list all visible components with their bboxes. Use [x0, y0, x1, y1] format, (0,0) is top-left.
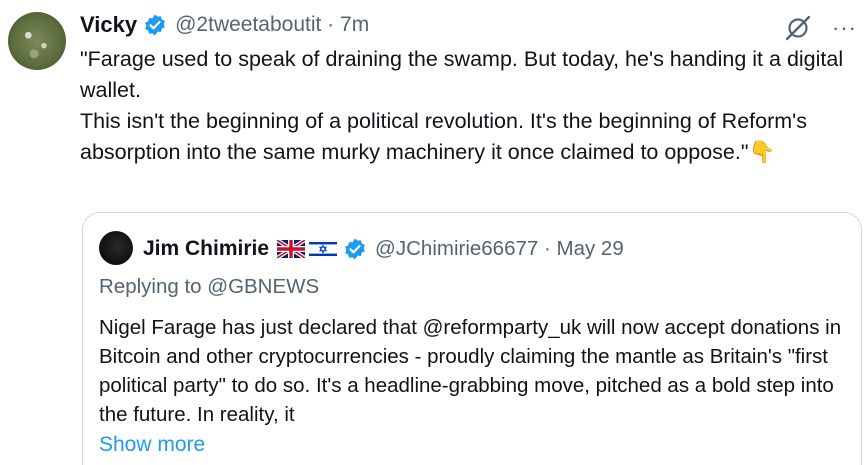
replying-to-label[interactable]: Replying to @GBNEWS: [99, 275, 319, 299]
verified-badge-icon: [145, 14, 165, 36]
tweet-paragraph-1: "Farage used to speak of draining the sw…: [80, 47, 844, 102]
quoted-tweet-card[interactable]: Jim Chimirie @JChimirie66677 · May 29 Re…: [82, 212, 862, 465]
quoted-author-name[interactable]: Jim Chimirie: [143, 237, 269, 261]
quoted-tweet-header: Jim Chimirie @JChimirie66677 · May 29: [143, 233, 624, 265]
uk-flag-icon: [277, 240, 306, 258]
quoted-author-avatar[interactable]: [99, 231, 133, 265]
more-options-icon[interactable]: ···: [832, 17, 857, 39]
tweet-paragraph-2: This isn't the beginning of a political …: [80, 106, 850, 168]
author-avatar[interactable]: [8, 12, 66, 70]
tweet-paragraph-2-text: This isn't the beginning of a political …: [80, 109, 808, 164]
tweet-header: Vicky @2tweetaboutit · 7m: [80, 8, 369, 42]
quoted-tweet-body: Nigel Farage has just declared that @ref…: [99, 316, 842, 426]
show-more-link[interactable]: Show more: [99, 433, 205, 457]
grok-icon[interactable]: [784, 14, 812, 42]
tweet-actions-top: ···: [784, 14, 857, 42]
author-name[interactable]: Vicky: [80, 12, 137, 38]
tweet-body: "Farage used to speak of draining the sw…: [80, 44, 850, 168]
israel-flag-icon: [309, 240, 338, 258]
pointing-down-emoji-icon: 👇: [748, 140, 776, 164]
quoted-author-handle-time[interactable]: @JChimirie66677 · May 29: [375, 237, 624, 261]
author-handle-time[interactable]: @2tweetaboutit · 7m: [175, 13, 369, 37]
quoted-verified-badge-icon: [345, 238, 365, 260]
